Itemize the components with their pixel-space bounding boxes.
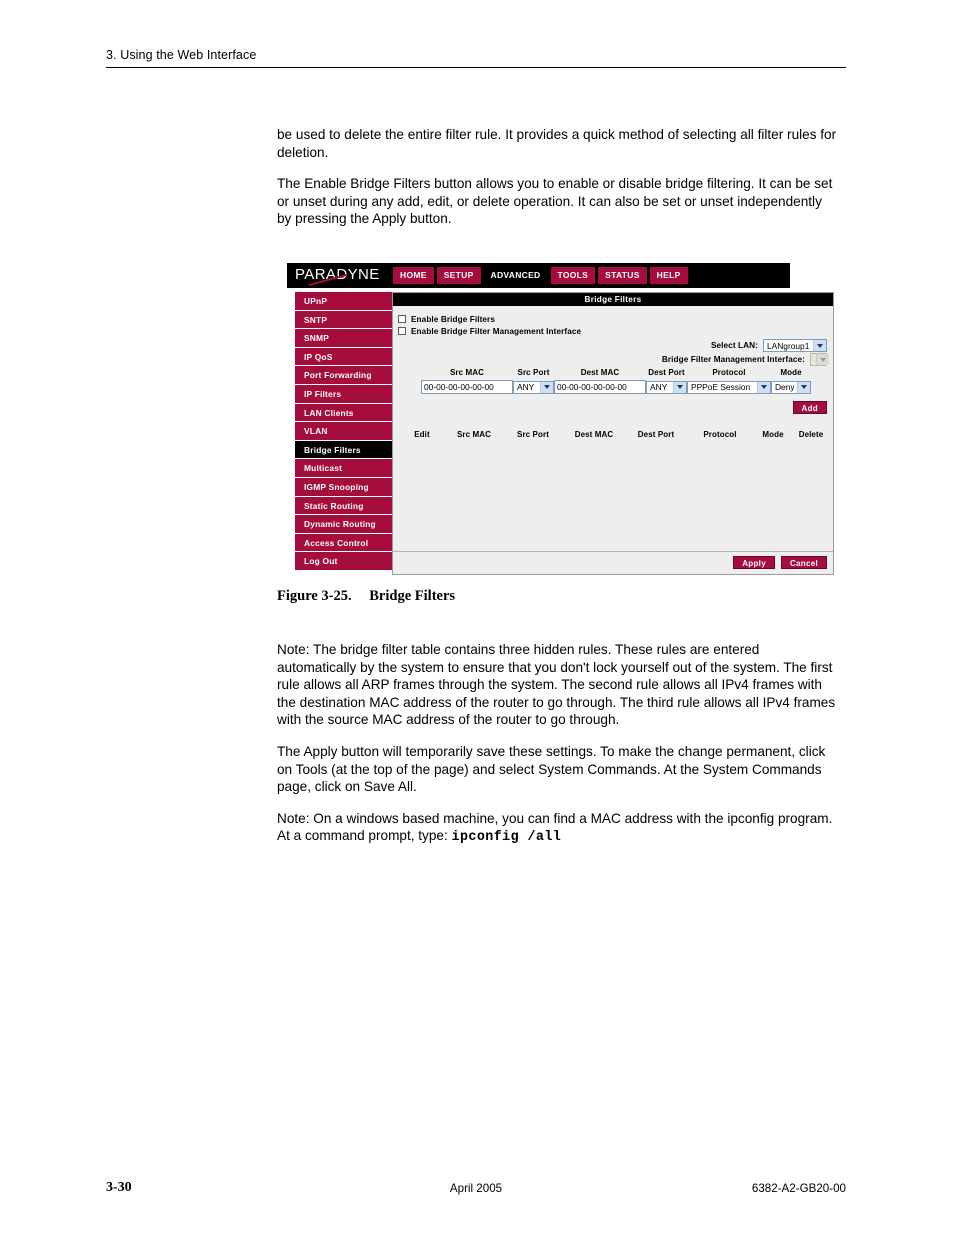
checkbox-enable-bridge-filters[interactable] <box>398 315 406 323</box>
add-button[interactable]: Add <box>792 401 827 414</box>
sidebar-item-upnp[interactable]: UPnP <box>295 292 392 311</box>
footer-document-number: 6382-A2-GB20-00 <box>751 1182 846 1195</box>
paragraph-note-hidden-rules: Note: The bridge filter table contains t… <box>277 642 836 728</box>
select-lan-dropdown[interactable]: LANgroup1 <box>763 339 827 352</box>
sidebar-item-lan-clients[interactable]: LAN Clients <box>295 403 392 423</box>
figure-caption: Figure 3-25. Bridge Filters <box>277 588 455 605</box>
add-rule-form-inputs: 00-00-00-00-00-00 ANY 00-00-00-00-00-00 … <box>421 380 821 394</box>
chevron-down-icon <box>813 340 826 351</box>
chevron-down-icon <box>673 381 686 393</box>
sidebar-item-bridge-filters[interactable]: Bridge Filters <box>295 440 392 460</box>
rules-header-dest-mac: Dest MAC <box>574 430 614 439</box>
panel-footer-buttons: Apply Cancel <box>733 556 827 569</box>
enable-bfmi-row[interactable]: Enable Bridge Filter Management Interfac… <box>398 325 581 337</box>
form-header-protocol: Protocol <box>712 368 746 377</box>
form-header-src-mac: Src MAC <box>449 368 485 377</box>
content-panel: Bridge Filters Enable Bridge Filters Ena… <box>392 292 834 575</box>
label-enable-bridge-filters: Enable Bridge Filters <box>411 314 495 324</box>
protocol-dropdown[interactable]: PPPoE Session <box>687 380 771 394</box>
rules-header-src-port: Src Port <box>517 430 549 439</box>
mode-dropdown[interactable]: Deny <box>771 380 811 394</box>
chevron-down-icon <box>816 354 829 365</box>
form-header-dest-mac: Dest MAC <box>580 368 620 377</box>
checkbox-enable-bridge-filter-management-interface[interactable] <box>398 327 406 335</box>
src-port-dropdown[interactable]: ANY <box>513 380 554 394</box>
sidebar-item-igmp-snooping[interactable]: IGMP Snooping <box>295 477 392 497</box>
rules-table-header: Edit Src MAC Src Port Dest MAC Dest Port… <box>399 430 829 439</box>
figure-title: Bridge Filters <box>369 588 456 604</box>
rules-header-protocol: Protocol <box>703 430 737 439</box>
sidebar-nav: UPnP SNTP SNMP IP QoS Port Forwarding IP… <box>295 292 392 571</box>
chevron-down-icon <box>797 381 810 393</box>
header-rule <box>106 67 846 68</box>
form-header-src-port: Src Port <box>517 368 550 377</box>
body-text-top: be used to delete the entire filter rule… <box>277 126 839 242</box>
apply-button[interactable]: Apply <box>733 556 775 569</box>
paragraph-apply-button: The Apply button will temporarily save t… <box>277 743 826 795</box>
mode-value: Deny <box>775 382 795 392</box>
rules-header-delete: Delete <box>798 430 824 439</box>
nav-tab-advanced[interactable]: ADVANCED <box>483 267 548 284</box>
panel-title: Bridge Filters <box>393 293 833 306</box>
panel-body: Enable Bridge Filters Enable Bridge Filt… <box>393 306 833 574</box>
main-nav: HOME SETUP ADVANCED TOOLS STATUS HELP <box>393 267 688 284</box>
panel-footer: Apply Cancel <box>393 551 833 574</box>
sidebar-item-snmp[interactable]: SNMP <box>295 329 392 348</box>
nav-tab-help[interactable]: HELP <box>649 267 688 284</box>
dest-port-dropdown[interactable]: ANY <box>646 380 687 394</box>
paragraph-note-ipconfig: Note: On a windows based machine, you ca… <box>277 810 839 847</box>
rules-header-mode: Mode <box>762 430 784 439</box>
add-rule-form: Src MAC Src Port Dest MAC Dest Port Prot… <box>421 368 821 394</box>
sidebar-item-static-routing[interactable]: Static Routing <box>295 496 392 516</box>
sidebar-item-ip-qos[interactable]: IP QoS <box>295 347 392 367</box>
sidebar-item-vlan[interactable]: VLAN <box>295 422 392 441</box>
ipconfig-command: ipconfig /all <box>451 830 562 846</box>
select-lan-label: Select LAN: <box>710 341 758 350</box>
sidebar-item-log-out[interactable]: Log Out <box>295 552 392 571</box>
page-running-head: 3. Using the Web Interface <box>106 48 846 68</box>
body-text-bottom: Note: The bridge filter table contains t… <box>277 641 839 861</box>
nav-tab-home[interactable]: HOME <box>393 267 434 284</box>
rules-header-src-mac: Src MAC <box>456 430 492 439</box>
screenshot-topbar: PARADYNE HOME SETUP ADVANCED TOOLS STATU… <box>287 263 790 288</box>
paragraph-2: The Enable Bridge Filters button allows … <box>277 176 833 227</box>
dest-mac-input[interactable]: 00-00-00-00-00-00 <box>554 380 646 394</box>
src-port-value: ANY <box>517 382 535 392</box>
rules-header-edit: Edit <box>414 430 430 439</box>
sidebar-item-ip-filters[interactable]: IP Filters <box>295 384 392 404</box>
add-rule-form-headers: Src MAC Src Port Dest MAC Dest Port Prot… <box>421 368 821 379</box>
enable-bridge-filters-row[interactable]: Enable Bridge Filters <box>398 313 495 325</box>
chevron-down-icon <box>540 381 553 393</box>
src-mac-input[interactable]: 00-00-00-00-00-00 <box>421 380 513 394</box>
bfmi-label: Bridge Filter Management Interface: <box>661 355 805 364</box>
sidebar-item-sntp[interactable]: SNTP <box>295 310 392 330</box>
sidebar-item-dynamic-routing[interactable]: Dynamic Routing <box>295 515 392 534</box>
form-header-dest-port: Dest Port <box>648 368 685 377</box>
figure-number: Figure 3-25. <box>277 588 352 604</box>
running-head-text: 3. Using the Web Interface <box>106 48 257 62</box>
sidebar-item-access-control[interactable]: Access Control <box>295 533 392 553</box>
select-lan-row: Select LAN: LANgroup1 <box>711 339 827 352</box>
paradyne-logo: PARADYNE <box>295 266 387 286</box>
bfmi-row: Bridge Filter Management Interface: <box>661 353 829 366</box>
nav-tab-setup[interactable]: SETUP <box>436 267 481 284</box>
label-enable-bridge-filter-management-interface: Enable Bridge Filter Management Interfac… <box>411 326 582 336</box>
protocol-value: PPPoE Session <box>691 382 751 392</box>
page-footer: 3-30 April 2005 6382-A2-GB20-00 <box>106 1180 846 1196</box>
rules-header-dest-port: Dest Port <box>637 430 675 439</box>
router-ui-screenshot: PARADYNE HOME SETUP ADVANCED TOOLS STATU… <box>287 263 835 575</box>
select-lan-value: LANgroup1 <box>767 340 810 351</box>
chevron-down-icon <box>757 381 770 393</box>
cancel-button[interactable]: Cancel <box>780 556 827 569</box>
nav-tab-status[interactable]: STATUS <box>598 267 647 284</box>
sidebar-item-port-forwarding[interactable]: Port Forwarding <box>295 366 392 385</box>
paragraph-1: be used to delete the entire filter rule… <box>277 127 837 160</box>
sidebar-item-multicast[interactable]: Multicast <box>295 459 392 478</box>
bfmi-dropdown[interactable] <box>810 353 829 366</box>
form-header-mode: Mode <box>780 368 802 377</box>
dest-port-value: ANY <box>650 382 668 392</box>
nav-tab-tools[interactable]: TOOLS <box>550 267 596 284</box>
footer-date: April 2005 <box>449 1182 503 1195</box>
